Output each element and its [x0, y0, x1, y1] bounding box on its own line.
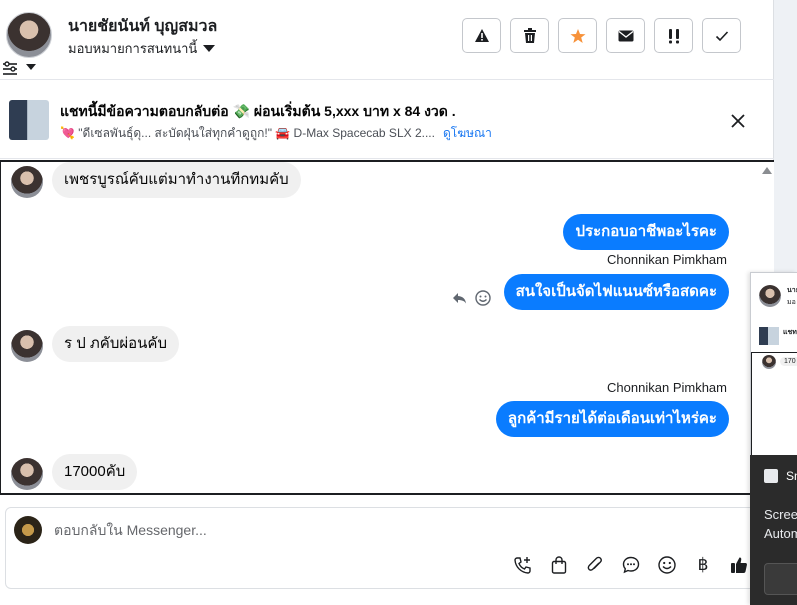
notification-title: Sn: [786, 469, 797, 483]
thumbs-up-icon: [731, 557, 747, 573]
assign-conversation-dropdown[interactable]: มอบหมายการสนทนานี้: [68, 38, 216, 59]
app-icon: [764, 469, 778, 483]
mini-incoming-message: 170: [780, 357, 797, 366]
paperclip-icon: [587, 556, 602, 571]
payment-button[interactable]: ฿: [692, 554, 714, 576]
inbox-conversation-panel: นายชัยนันท์ บุญสมวล มอบหมายการสนทนานี้ แ…: [0, 0, 777, 605]
envelope-icon: [618, 30, 633, 41]
ad-referral-banner: แชทนี้มีข้อความตอบกลับต่อ 💸 ผ่อนเริ่มต้น…: [0, 81, 774, 159]
contact-avatar-small: [11, 330, 43, 362]
shopping-bag-icon: [551, 556, 567, 574]
filter-sliders-icon[interactable]: [2, 60, 18, 76]
contact-avatar-small: [11, 166, 43, 198]
notification-body-line: Scree: [764, 507, 797, 522]
follow-up-button[interactable]: [654, 18, 693, 53]
chat-bubble-icon: [622, 556, 640, 574]
contact-avatar[interactable]: [6, 12, 52, 58]
page-avatar: [14, 516, 42, 544]
message-hover-tools: [452, 290, 491, 306]
assign-label: มอบหมายการสนทนานี้: [68, 41, 198, 56]
composer-toolbar: ฿: [512, 554, 750, 576]
phone-add-icon: [514, 557, 531, 574]
notification-body-line: Autom: [764, 526, 797, 541]
close-icon[interactable]: [729, 112, 747, 130]
star-button[interactable]: [558, 18, 597, 53]
incoming-message[interactable]: ร ป ภคับผ่อนคับ: [52, 326, 179, 362]
ad-banner-subtitle-text: 💘 "ดีเซลพันธุ์ดุ... สะบัดฝุ่นใส่ทุกคำดูถ…: [60, 126, 435, 140]
mark-done-button[interactable]: [702, 18, 741, 53]
exclamation-icon: [668, 28, 679, 43]
conversation-actions: [462, 18, 741, 53]
star-icon: [570, 28, 585, 43]
ad-banner-subtitle: 💘 "ดีเซลพันธุ์ดุ... สะบัดฝุ่นใส่ทุกคำดูถ…: [60, 124, 492, 143]
view-ad-link[interactable]: ดูโฆษณา: [443, 126, 492, 140]
shop-button[interactable]: [548, 554, 570, 576]
outgoing-message[interactable]: ลูกค้ามีรายได้ต่อเดือนเท่าไหร่คะ: [495, 401, 729, 437]
mini-message-thread: 170: [751, 352, 797, 462]
outgoing-message[interactable]: ประกอบอาชีพอะไรคะ: [563, 214, 729, 250]
ad-banner-title: แชทนี้มีข้อความตอบกลับต่อ 💸 ผ่อนเริ่มต้น…: [60, 103, 456, 119]
call-button[interactable]: [512, 554, 534, 576]
baht-icon: ฿: [697, 555, 709, 574]
contact-name[interactable]: นายชัยนันท์ บุญสมวล: [68, 14, 217, 39]
sender-name: Chonnikan Pimkham: [607, 252, 727, 267]
contact-avatar-small: [11, 458, 43, 490]
smiley-icon: [658, 556, 676, 574]
trash-icon: [523, 27, 536, 43]
reply-input[interactable]: [54, 518, 734, 542]
report-spam-button[interactable]: [462, 18, 501, 53]
sender-name: Chonnikan Pimkham: [607, 380, 727, 395]
notification-body: Scree Autom: [764, 505, 797, 543]
message-thread[interactable]: เพชรบูรณ์คับแต่มาทำงานทีกทมคับ ประกอบอาช…: [0, 160, 774, 495]
saved-replies-button[interactable]: [620, 554, 642, 576]
mini-avatar-small: [762, 355, 776, 369]
mini-contact-avatar: [759, 285, 781, 307]
ad-thumbnail: [9, 100, 49, 140]
incoming-message[interactable]: เพชรบูรณ์คับแต่มาทำงานทีกทมคับ: [52, 162, 301, 198]
emoji-button[interactable]: [656, 554, 678, 576]
checkmark-icon: [715, 30, 728, 41]
attach-button[interactable]: [584, 554, 606, 576]
mark-unread-button[interactable]: [606, 18, 645, 53]
mini-assign-label: มอ: [787, 299, 796, 306]
outgoing-message[interactable]: สนใจเป็นจัดไฟแนนซ์หรือสดคะ: [503, 274, 729, 310]
scroll-up-arrow-icon[interactable]: [762, 167, 772, 174]
filter-dropdown-caret-icon[interactable]: [26, 64, 36, 70]
conversation-header: นายชัยนันท์ บุญสมวล มอบหมายการสนทนานี้: [0, 0, 774, 80]
reply-arrow-icon[interactable]: [452, 292, 467, 304]
mini-contact-name: นาย: [787, 287, 797, 294]
warning-triangle-icon: [474, 29, 489, 42]
chevron-down-icon: [203, 45, 216, 52]
delete-button[interactable]: [510, 18, 549, 53]
incoming-message[interactable]: 17000คับ: [52, 454, 138, 490]
message-composer: ฿: [5, 507, 777, 589]
emoji-reaction-icon[interactable]: [475, 290, 491, 306]
like-button[interactable]: [728, 554, 750, 576]
mini-ad-thumbnail: [759, 327, 779, 345]
mini-banner-title: แชท: [783, 329, 797, 336]
notification-action-button[interactable]: [764, 563, 797, 595]
system-notification-toast[interactable]: Sn Scree Autom: [750, 455, 797, 605]
